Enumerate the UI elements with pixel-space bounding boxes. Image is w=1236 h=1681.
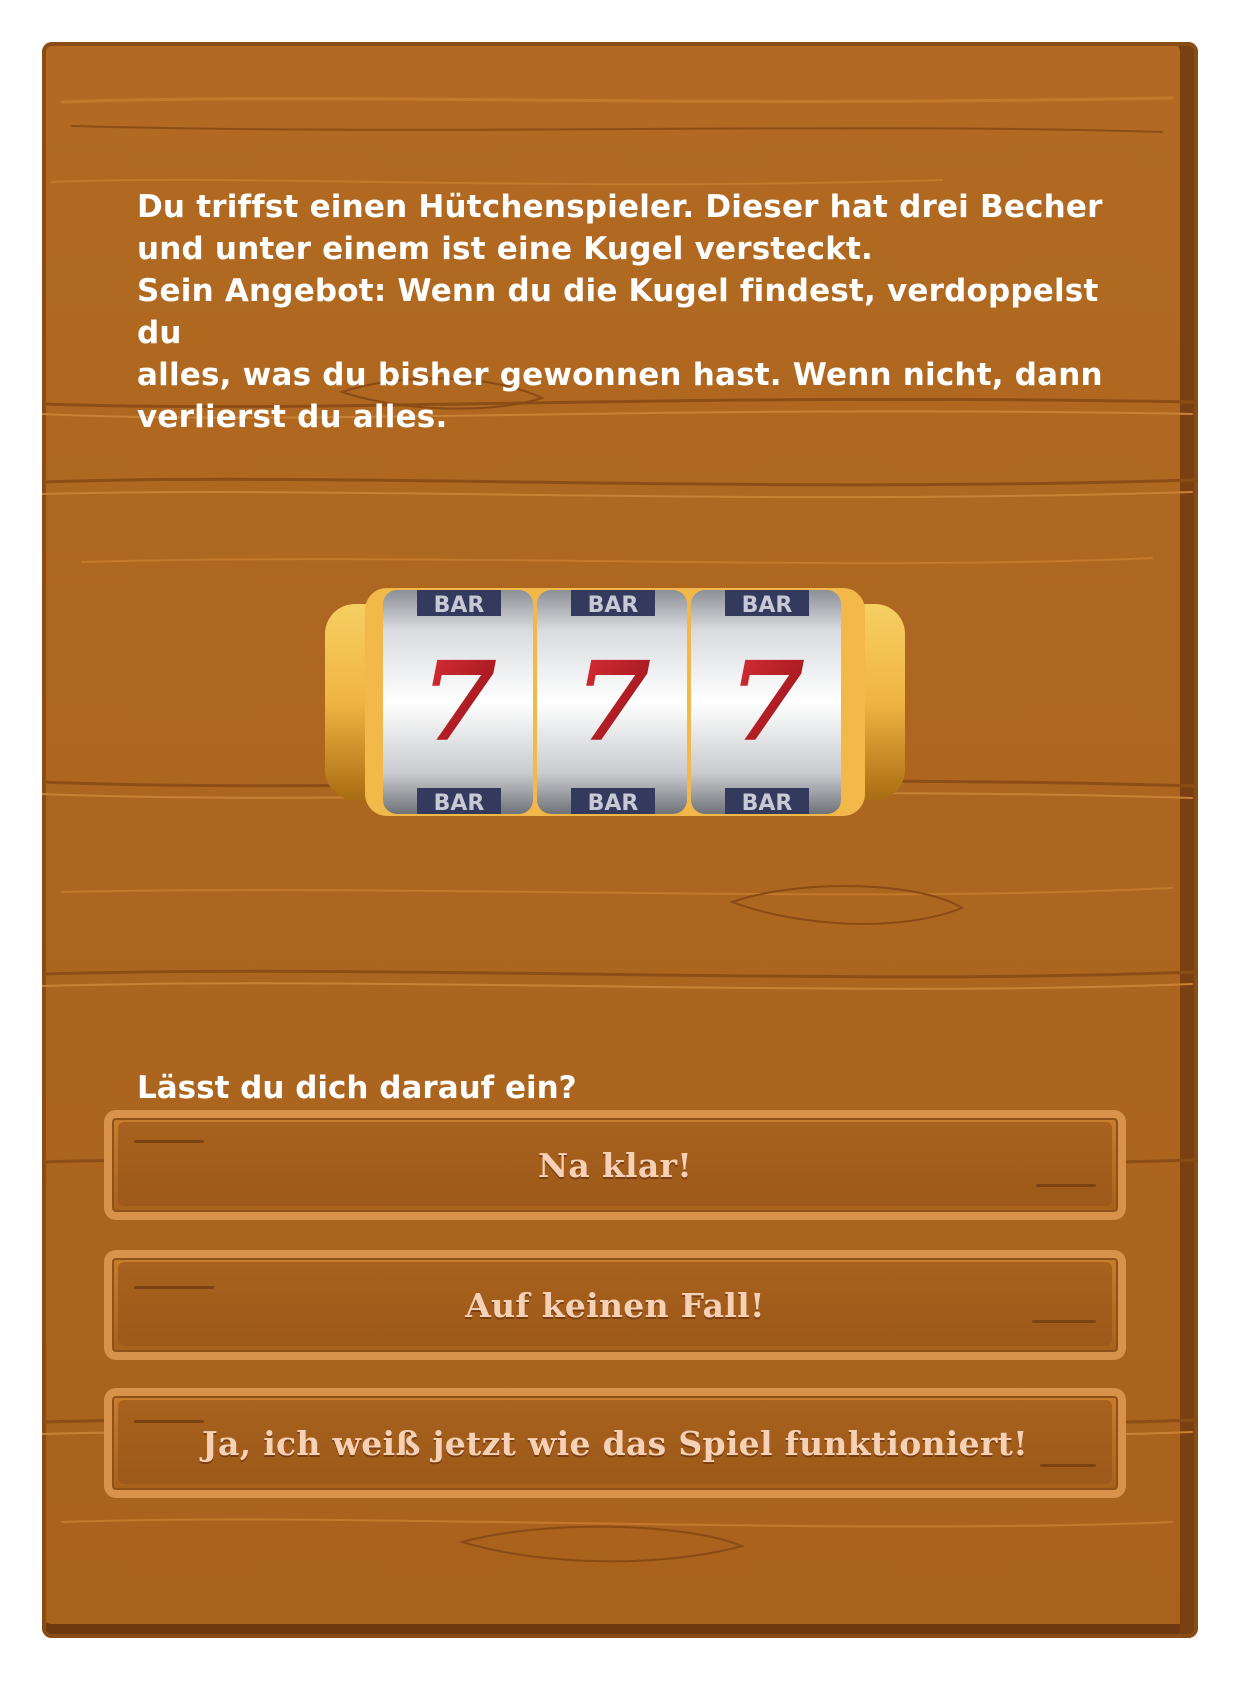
choice-button-no[interactable]: Auf keinen Fall! [104, 1250, 1126, 1360]
seven-symbol: 7 [729, 637, 806, 766]
choice-label: Auf keinen Fall! [465, 1285, 765, 1325]
choice-label: Ja, ich weiß jetzt wie das Spiel funktio… [202, 1423, 1028, 1463]
story-line: Du triffst einen Hütchenspieler. Dieser … [137, 189, 1103, 225]
reel-bottom-label: BAR [434, 791, 485, 816]
reel-bottom-label: BAR [588, 791, 639, 816]
choice-label: Na klar! [537, 1145, 693, 1185]
choice-button-know-game[interactable]: Ja, ich weiß jetzt wie das Spiel funktio… [104, 1388, 1126, 1498]
wooden-board: Du triffst einen Hütchenspieler. Dieser … [42, 42, 1198, 1638]
seven-symbol: 7 [575, 637, 652, 766]
slot-machine-reels: BAR 7 BAR BAR 7 BAR BAR 7 BAR [325, 582, 905, 822]
reel-bottom-label: BAR [742, 791, 793, 816]
choice-button-yes[interactable]: Na klar! [104, 1110, 1126, 1220]
reel-3: BAR 7 BAR [691, 590, 841, 816]
seven-symbol: 7 [421, 637, 498, 766]
question-prompt: Lässt du dich darauf ein? [137, 1070, 577, 1106]
reel-top-label: BAR [434, 593, 485, 618]
reel-1: BAR 7 BAR [383, 590, 533, 816]
story-line: verlierst du alles. [137, 399, 448, 435]
story-line: alles, was du bisher gewonnen hast. Wenn… [137, 357, 1103, 393]
reel-top-label: BAR [588, 593, 639, 618]
reel-2: BAR 7 BAR [537, 590, 687, 816]
story-line: Sein Angebot: Wenn du die Kugel findest,… [137, 273, 1099, 351]
story-line: und unter einem ist eine Kugel versteckt… [137, 231, 874, 267]
story-text: Du triffst einen Hütchenspieler. Dieser … [137, 186, 1137, 438]
reel-top-label: BAR [742, 593, 793, 618]
